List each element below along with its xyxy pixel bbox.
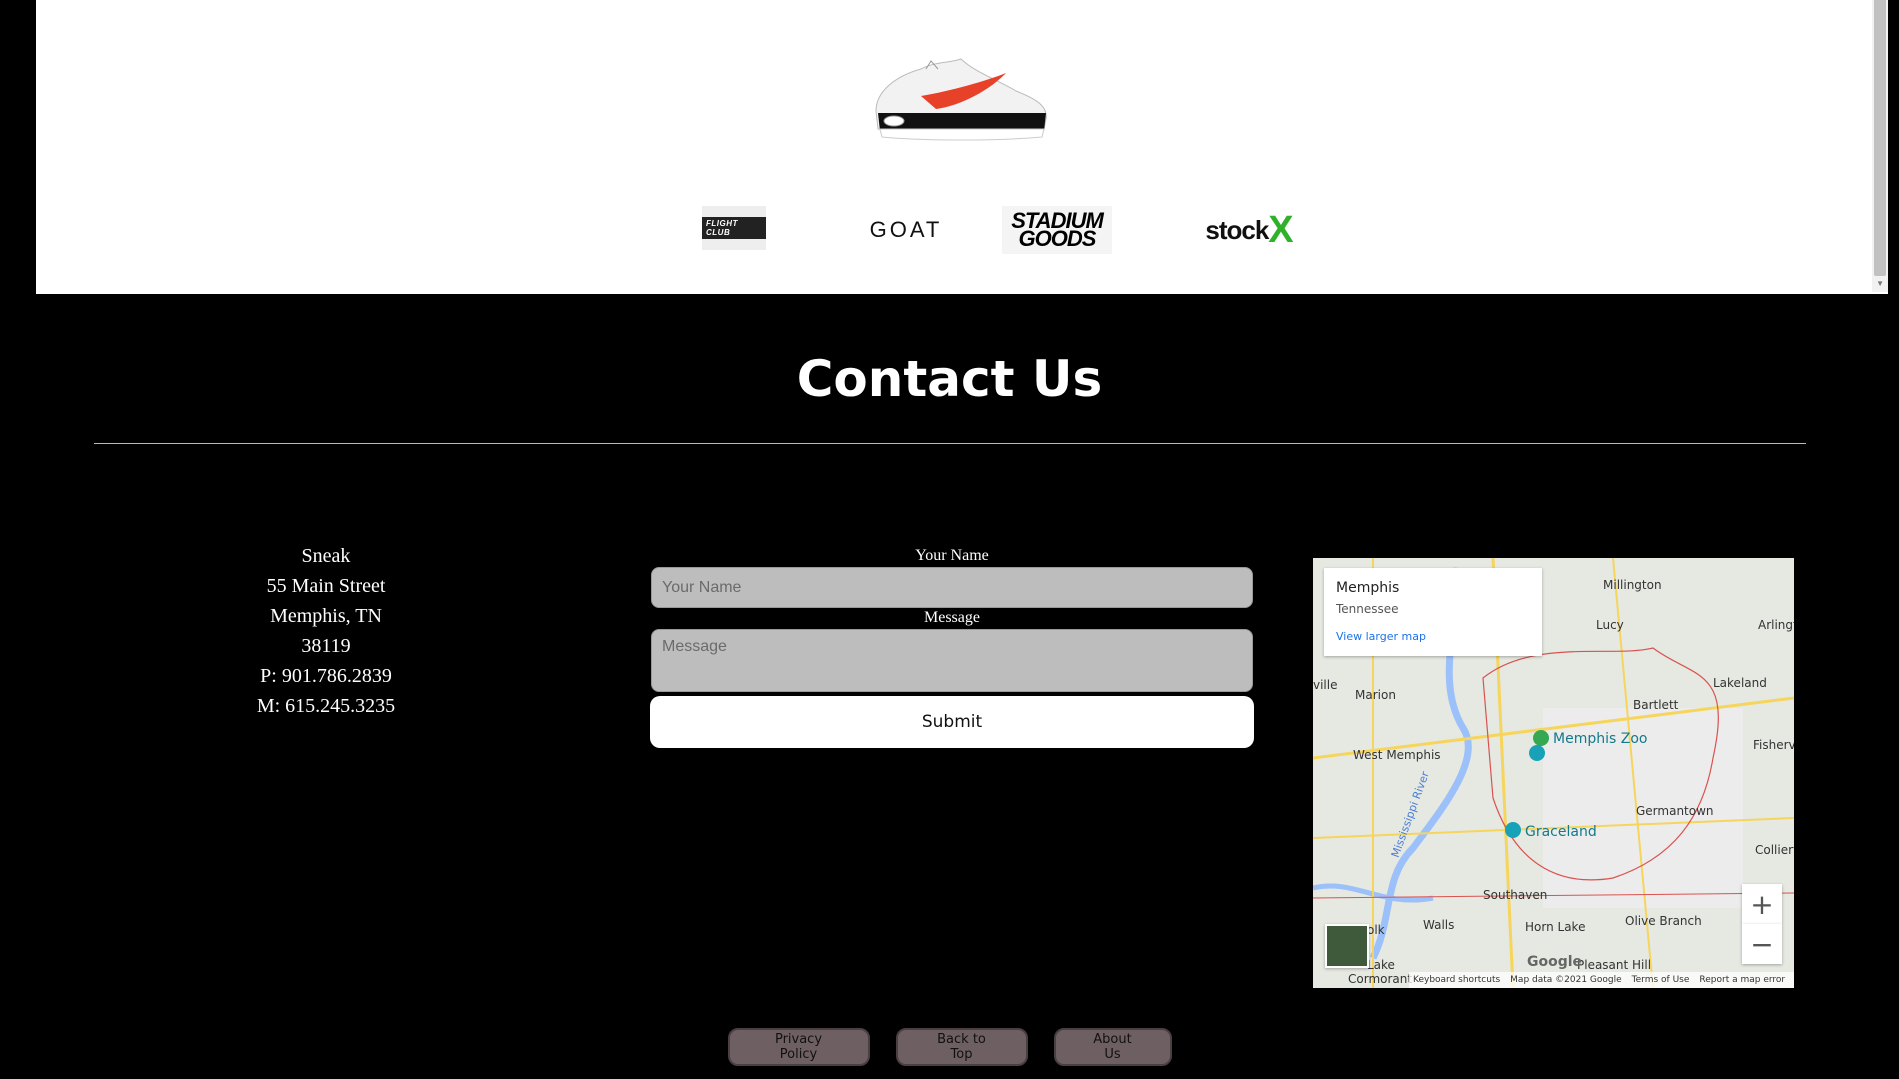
stockx-x-mark: X	[1268, 208, 1293, 251]
scrollbar-thumb[interactable]	[1874, 0, 1886, 276]
satellite-layer-button[interactable]	[1325, 924, 1369, 968]
map-info-card: Memphis Tennessee View larger map	[1324, 568, 1542, 656]
back-to-top-button[interactable]: Back to Top	[895, 1028, 1028, 1066]
report-error-link[interactable]: Report a map error	[1699, 975, 1785, 985]
map-label: Lake	[1367, 958, 1395, 972]
map-card-subtitle: Tennessee	[1336, 602, 1399, 616]
view-larger-map-link[interactable]: View larger map	[1336, 630, 1530, 643]
flight-club-text: FLIGHT CLUB	[702, 217, 766, 239]
stockx-logo[interactable]: stock X	[1179, 208, 1319, 252]
footer-nav: Privacy Policy Back to Top About Us	[0, 1028, 1899, 1066]
business-name: Sneak	[301, 545, 351, 567]
phone-number: P: 901.786.2839	[260, 665, 392, 687]
map-label: Germantown	[1636, 804, 1714, 818]
zoom-in-button[interactable]: +	[1742, 884, 1782, 924]
street-address: 55 Main Street	[266, 575, 386, 597]
goat-logo[interactable]: GOAT	[846, 208, 966, 252]
goods-text: GOODS	[1018, 226, 1097, 251]
message-input[interactable]	[651, 629, 1253, 692]
contact-title: Contact Us	[796, 350, 1103, 408]
map-label: Fisherv	[1753, 738, 1794, 752]
map-label: Lucy	[1596, 618, 1624, 632]
contact-form: Your Name Message Submit	[650, 546, 1254, 748]
flight-club-logo[interactable]: FLIGHT CLUB	[702, 206, 766, 250]
map-label: Southaven	[1483, 888, 1548, 902]
stadium-goods-logo[interactable]: STADIUM GOODS	[1002, 206, 1112, 254]
city-state: Memphis, TN	[270, 605, 382, 627]
about-us-button[interactable]: About Us	[1053, 1028, 1172, 1066]
zoom-out-button[interactable]: −	[1742, 924, 1782, 964]
map-embed[interactable]: Memphis Tennessee View larger map Millin…	[1313, 558, 1794, 988]
map-label: Collierv	[1755, 843, 1794, 857]
map-label: Marion	[1355, 688, 1396, 702]
stockx-text: stock	[1205, 214, 1269, 245]
poi-graceland[interactable]: Graceland	[1525, 824, 1597, 840]
zip-code: 38119	[301, 635, 351, 657]
map-label: Walls	[1423, 918, 1455, 932]
map-data-text: Map data ©2021 Google	[1510, 975, 1622, 985]
privacy-policy-button[interactable]: Privacy Policy	[727, 1028, 870, 1066]
poi-memphis-zoo[interactable]: Memphis Zoo	[1553, 731, 1647, 747]
scroll-down-arrow-icon[interactable]: ▼	[1876, 280, 1884, 288]
map-label: Arlingto	[1758, 618, 1794, 632]
name-label: Your Name	[915, 547, 989, 564]
map-label: ville	[1313, 678, 1338, 692]
map-label: Horn Lake	[1525, 920, 1586, 934]
name-input[interactable]	[651, 567, 1253, 608]
map-label: Pleasant Hill	[1577, 958, 1652, 972]
submit-button[interactable]: Submit	[650, 696, 1254, 748]
message-label: Message	[924, 609, 980, 626]
map-label: West Memphis	[1353, 748, 1441, 762]
map-label: Olive Branch	[1625, 914, 1702, 928]
section-divider	[94, 443, 1806, 444]
address-block: Sneak 55 Main Street Memphis, TN 38119 P…	[200, 541, 452, 721]
sneaker-image	[875, 58, 1047, 141]
map-footer: Keyboard shortcuts Map data ©2021 Google…	[1313, 972, 1794, 988]
map-card-title: Memphis	[1336, 580, 1400, 596]
map-label: Bartlett	[1633, 698, 1679, 712]
terms-link[interactable]: Terms of Use	[1632, 975, 1690, 985]
mobile-number: M: 615.245.3235	[256, 695, 396, 717]
keyboard-shortcuts-link[interactable]: Keyboard shortcuts	[1413, 975, 1500, 985]
map-label: Lakeland	[1713, 676, 1767, 690]
map-label: Millington	[1603, 578, 1662, 592]
map-label: olk	[1367, 923, 1385, 937]
scrollbar[interactable]: ▼	[1872, 0, 1888, 292]
product-panel: FLIGHT CLUB GOAT STADIUM GOODS stock X ▼	[34, 0, 1890, 296]
google-logo: Google	[1527, 954, 1583, 970]
